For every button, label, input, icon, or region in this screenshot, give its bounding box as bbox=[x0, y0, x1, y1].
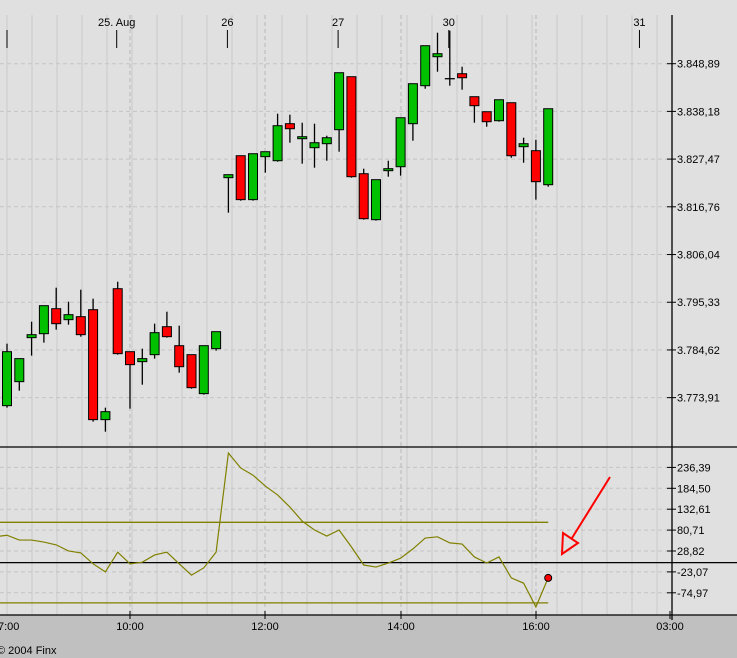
candle bbox=[88, 298, 99, 422]
candle bbox=[543, 108, 554, 187]
candle bbox=[198, 345, 209, 395]
candle-body-down bbox=[358, 173, 369, 220]
price-tick-label: 3.784,62 bbox=[677, 345, 720, 357]
candle bbox=[2, 343, 12, 408]
candle bbox=[395, 117, 406, 176]
candle bbox=[420, 45, 431, 89]
candle-body-up bbox=[38, 305, 49, 335]
candle-body-up bbox=[14, 358, 25, 383]
candle-body-up bbox=[383, 168, 394, 172]
footer-background bbox=[0, 615, 737, 658]
price-tick-label: 3.795,33 bbox=[677, 297, 720, 309]
candle-body-down bbox=[112, 288, 123, 355]
indicator-tick-label: -23,07 bbox=[677, 567, 708, 579]
date-label: 31 bbox=[633, 17, 645, 29]
candle bbox=[112, 281, 123, 355]
time-label: 03:00 bbox=[656, 621, 684, 633]
candle-body-up bbox=[198, 345, 209, 395]
candle-body-up bbox=[420, 45, 431, 87]
candle-body-down bbox=[51, 308, 62, 325]
candle-body-down bbox=[506, 102, 517, 157]
candle-body-up bbox=[297, 136, 308, 140]
candle-body-down bbox=[88, 309, 99, 421]
candle-body-down bbox=[530, 150, 541, 183]
candle bbox=[358, 168, 369, 220]
candle-body-up bbox=[100, 411, 111, 421]
indicator-tick-label: 132,61 bbox=[677, 504, 711, 516]
time-label: 10:00 bbox=[116, 621, 144, 633]
time-label: 14:00 bbox=[387, 621, 415, 633]
candle-body-up bbox=[211, 331, 222, 350]
candle-body-down bbox=[161, 326, 172, 338]
candle-body-up bbox=[63, 314, 74, 321]
candle bbox=[211, 331, 222, 351]
candle-body-up bbox=[149, 332, 160, 356]
indicator-tick-label: -74,97 bbox=[677, 588, 708, 600]
finance-chart: © 2004 Finx 3.848,89 3.838,18 3.827,47 3.81… bbox=[0, 0, 737, 658]
candle-body-up bbox=[2, 351, 12, 407]
candle bbox=[346, 76, 357, 178]
candle-body-up bbox=[309, 142, 320, 149]
indicator-tick-label: 236,39 bbox=[677, 462, 711, 474]
time-label: 12:00 bbox=[251, 621, 279, 633]
candle bbox=[248, 153, 258, 201]
date-label: 26 bbox=[221, 17, 233, 29]
date-label: 25. Aug bbox=[98, 17, 135, 29]
indicator-tick-label: 80,71 bbox=[677, 525, 705, 537]
candle bbox=[235, 155, 246, 201]
candle-body-up bbox=[334, 72, 345, 131]
candle-body-down bbox=[457, 73, 468, 79]
price-tick-label: 3.838,18 bbox=[677, 106, 720, 118]
candle-body-up bbox=[518, 143, 529, 148]
candle-body-up bbox=[432, 53, 443, 58]
price-tick-label: 3.816,76 bbox=[677, 202, 720, 214]
candle-body-up bbox=[223, 174, 234, 179]
date-label: 27 bbox=[332, 17, 344, 29]
candle-body-up bbox=[272, 125, 283, 162]
candle-body-up bbox=[248, 153, 258, 201]
candle bbox=[186, 354, 197, 389]
candle-body-down bbox=[235, 155, 246, 201]
candle-body-up bbox=[494, 99, 504, 122]
time-label: 7:00 bbox=[0, 621, 19, 633]
candle bbox=[371, 179, 381, 221]
candle-body-down bbox=[284, 123, 295, 130]
candle-body-down bbox=[186, 354, 197, 389]
price-tick-label: 3.827,47 bbox=[677, 154, 720, 166]
candle-body-up bbox=[543, 108, 554, 186]
candle-body-up bbox=[407, 83, 418, 125]
candle-body-down bbox=[174, 345, 185, 368]
price-tick-label: 3.773,91 bbox=[677, 393, 720, 405]
copyright-text: © 2004 Finx bbox=[0, 645, 57, 657]
indicator-tick-label: 184,50 bbox=[677, 483, 711, 495]
candle-body-down bbox=[75, 316, 86, 336]
candle-body-up bbox=[321, 137, 332, 145]
price-tick-label: 3.806,04 bbox=[677, 250, 720, 262]
candle-body-down bbox=[346, 76, 357, 178]
time-label: 16:00 bbox=[522, 621, 550, 633]
candle-body-up bbox=[371, 179, 381, 221]
candle-body-down bbox=[481, 111, 492, 123]
candle-body-down bbox=[125, 351, 135, 366]
candle-body-down bbox=[469, 96, 480, 107]
last-value-marker bbox=[544, 573, 553, 582]
date-label: 30 bbox=[443, 17, 455, 29]
indicator-tick-label: 28,82 bbox=[677, 546, 705, 558]
candle bbox=[494, 99, 504, 122]
candle-body-up bbox=[137, 358, 148, 363]
candle-body-up bbox=[26, 334, 37, 339]
candle bbox=[506, 102, 517, 158]
price-tick-label: 3.848,89 bbox=[677, 59, 720, 71]
candle-body-up bbox=[260, 151, 271, 158]
candle-body-up bbox=[395, 117, 406, 168]
